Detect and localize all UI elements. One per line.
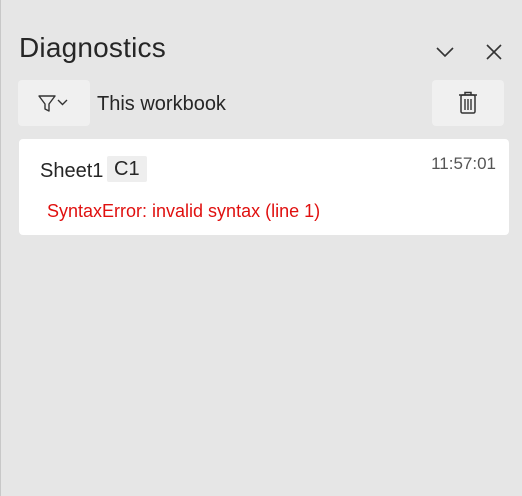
entry-error-message: SyntaxError: invalid syntax (line 1)	[47, 201, 321, 221]
clear-button[interactable]	[432, 80, 504, 126]
entry-sheet-name: Sheet1	[40, 160, 104, 182]
collapse-button[interactable]	[431, 38, 459, 66]
scope-label: This workbook	[97, 93, 226, 115]
close-button[interactable]	[480, 38, 508, 66]
filter-button[interactable]	[18, 80, 90, 126]
filter-icon	[38, 95, 68, 112]
pane-title: Diagnostics	[19, 32, 166, 63]
close-icon	[486, 44, 502, 60]
chevron-down-icon	[436, 47, 454, 58]
entry-timestamp: 11:57:01	[431, 154, 496, 173]
trash-icon	[459, 91, 477, 114]
diagnostics-pane: Diagnostics This workbook Sheet1 C1 11:5…	[0, 0, 522, 496]
entry-cell-reference[interactable]: C1	[107, 156, 147, 182]
diagnostic-entry[interactable]: Sheet1 C1 11:57:01 SyntaxError: invalid …	[19, 139, 509, 235]
